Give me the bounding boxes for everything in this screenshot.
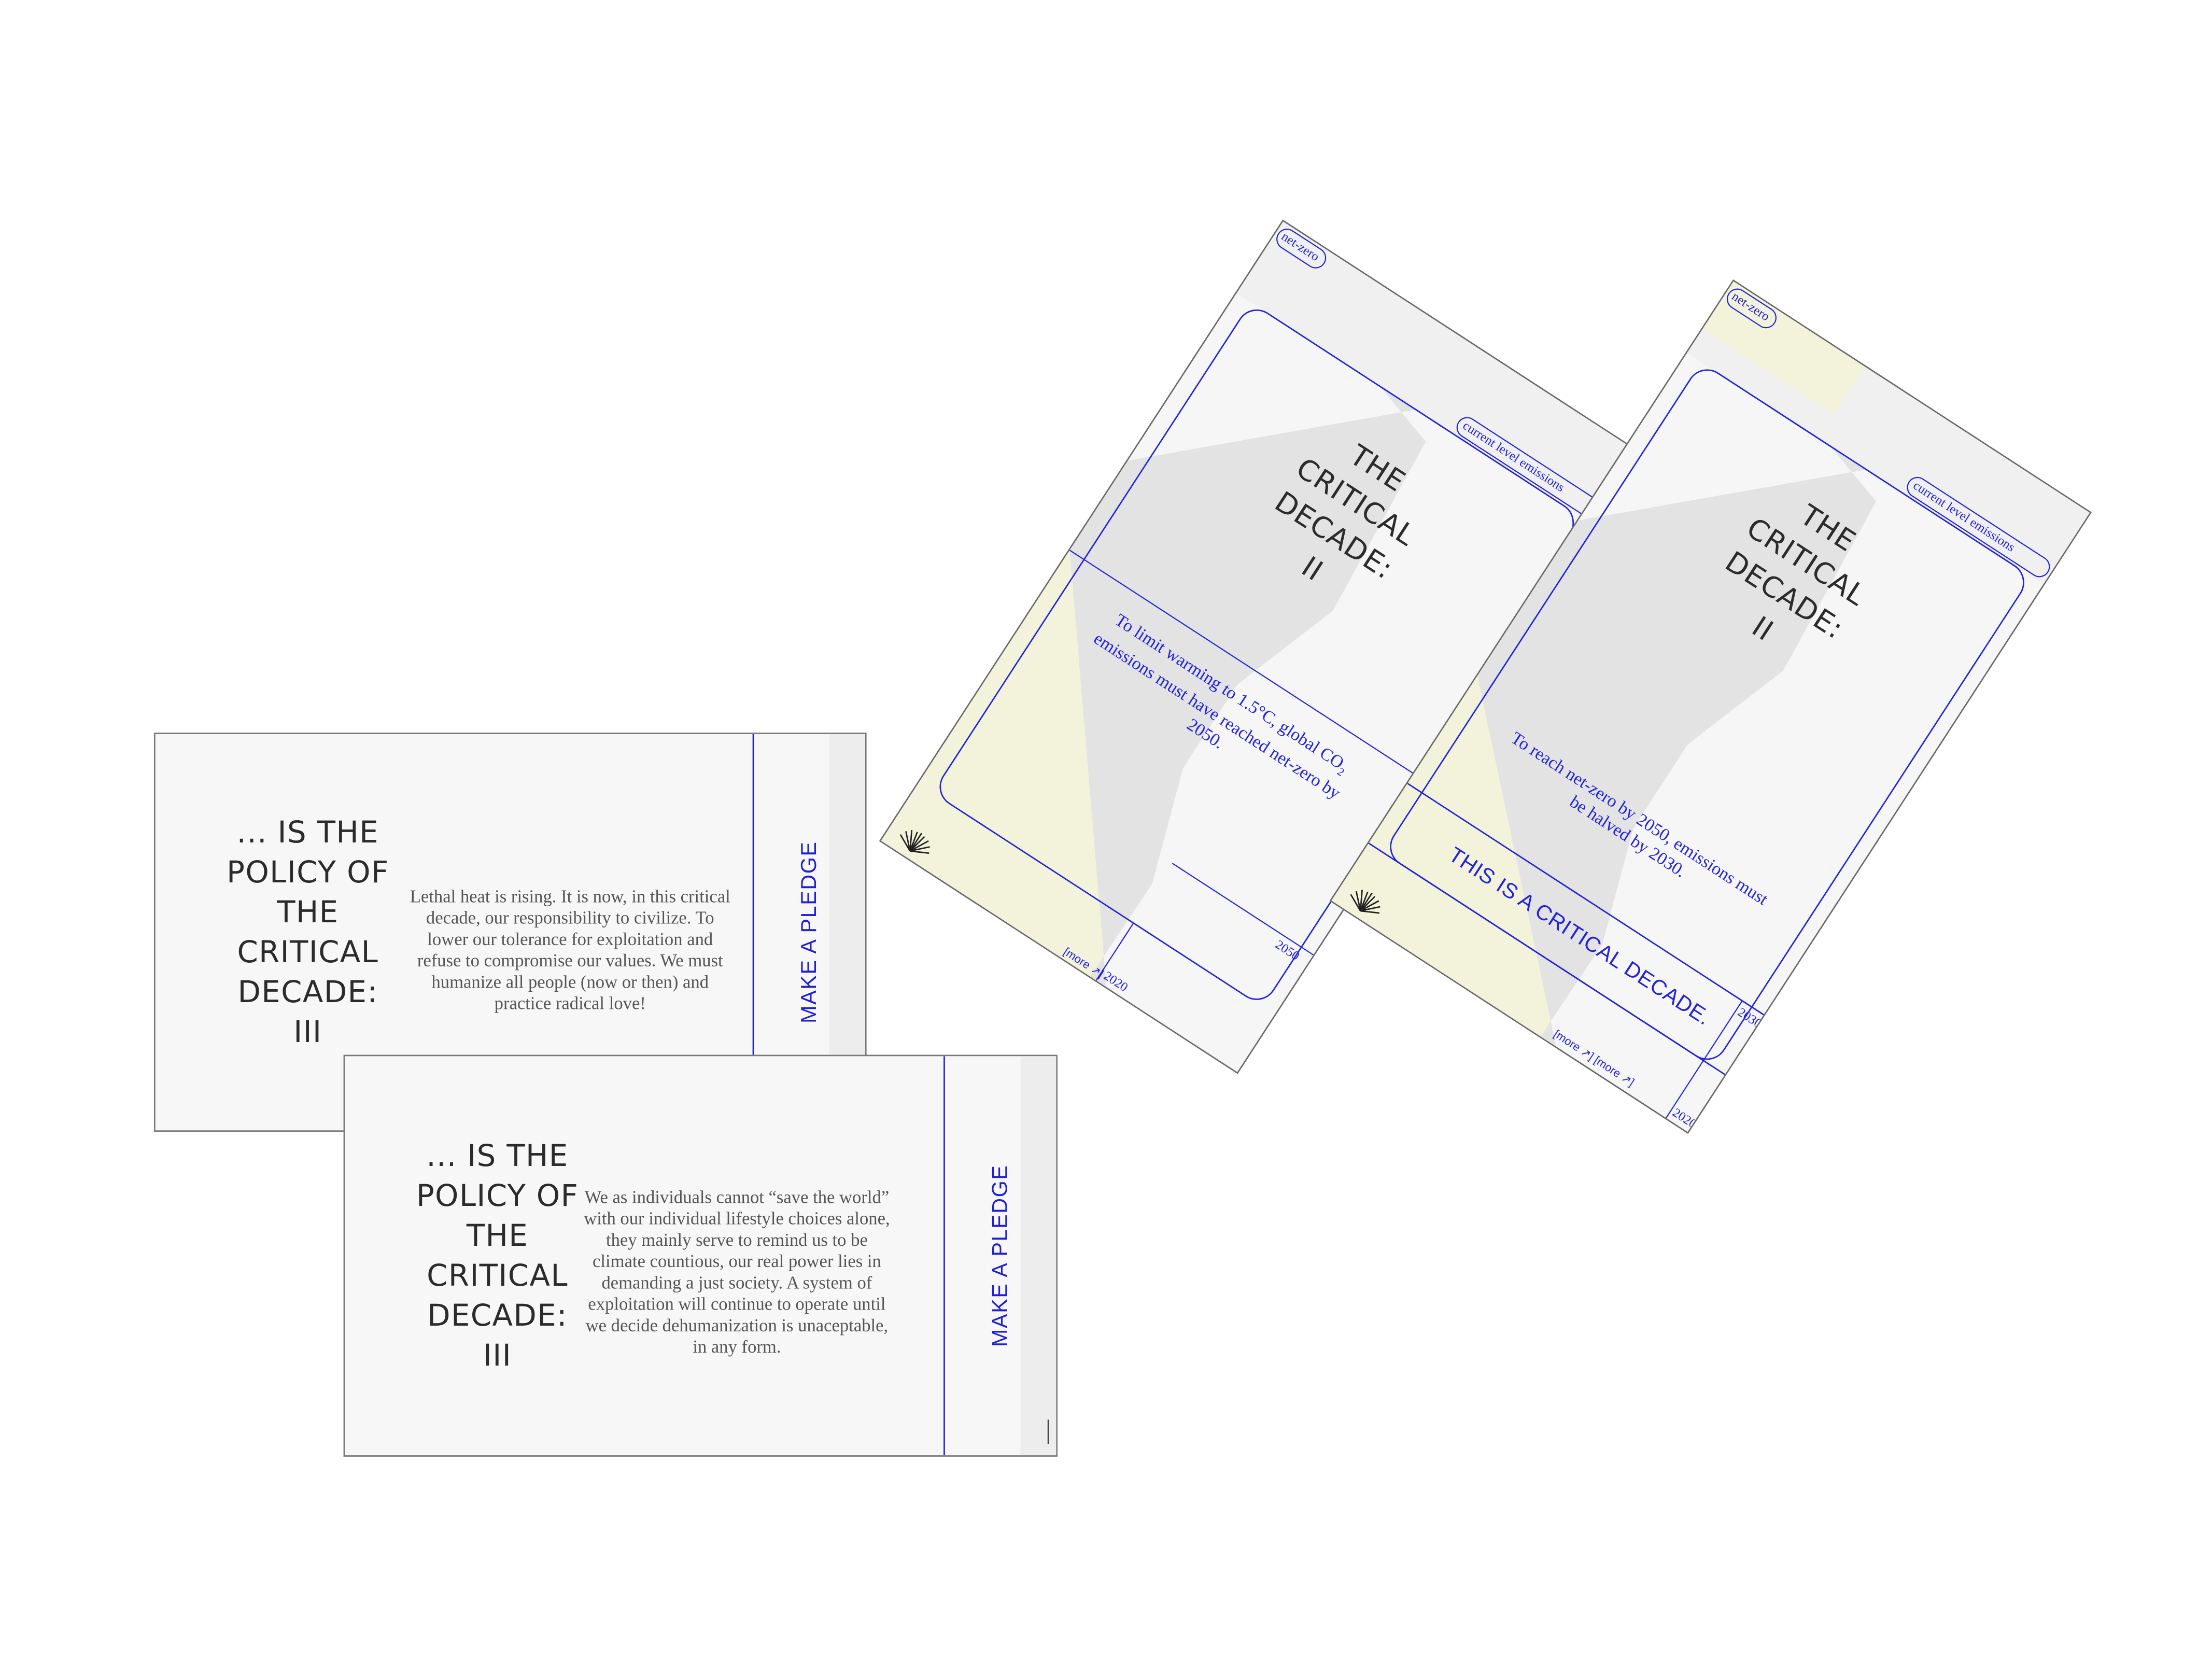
title-line: POLICY OF [416,1178,579,1213]
title-line: DECADE: [237,975,378,1009]
title-line: CRITICAL [237,935,379,969]
title-numeral: III [483,1338,512,1373]
text-cursor [1047,1419,1049,1444]
card-title: ... IS THE POLICY OF THE CRITICAL DECADE… [215,812,400,1052]
make-a-pledge-button[interactable]: MAKE A PLEDGE [797,841,822,1023]
title-line: DECADE: [427,1298,568,1333]
stage: ... IS THE POLICY OF THE CRITICAL DECADE… [0,0,2212,1659]
title-line: ... IS THE [426,1138,569,1173]
policy-card-iii-back[interactable]: ... IS THE POLICY OF THE CRITICAL DECADE… [343,1055,1058,1457]
make-a-pledge-button[interactable]: MAKE A PLEDGE [989,1164,1013,1347]
title-line: CRITICAL [427,1258,568,1293]
card-title: ... IS THE POLICY OF THE CRITICAL DECADE… [405,1136,590,1375]
title-line: THE [466,1218,529,1253]
pledge-strip[interactable]: MAKE A PLEDGE [943,1056,1056,1456]
title-numeral: III [293,1015,322,1049]
title-line: THE [277,895,339,930]
card-body: We as individuals cannot “save the world… [584,1187,890,1357]
strip-shade [1020,1056,1056,1456]
card-body: Lethal heat is rising. It is now, in thi… [410,887,730,1014]
title-line: ... IS THE [236,815,379,850]
title-line: POLICY OF [227,855,389,890]
